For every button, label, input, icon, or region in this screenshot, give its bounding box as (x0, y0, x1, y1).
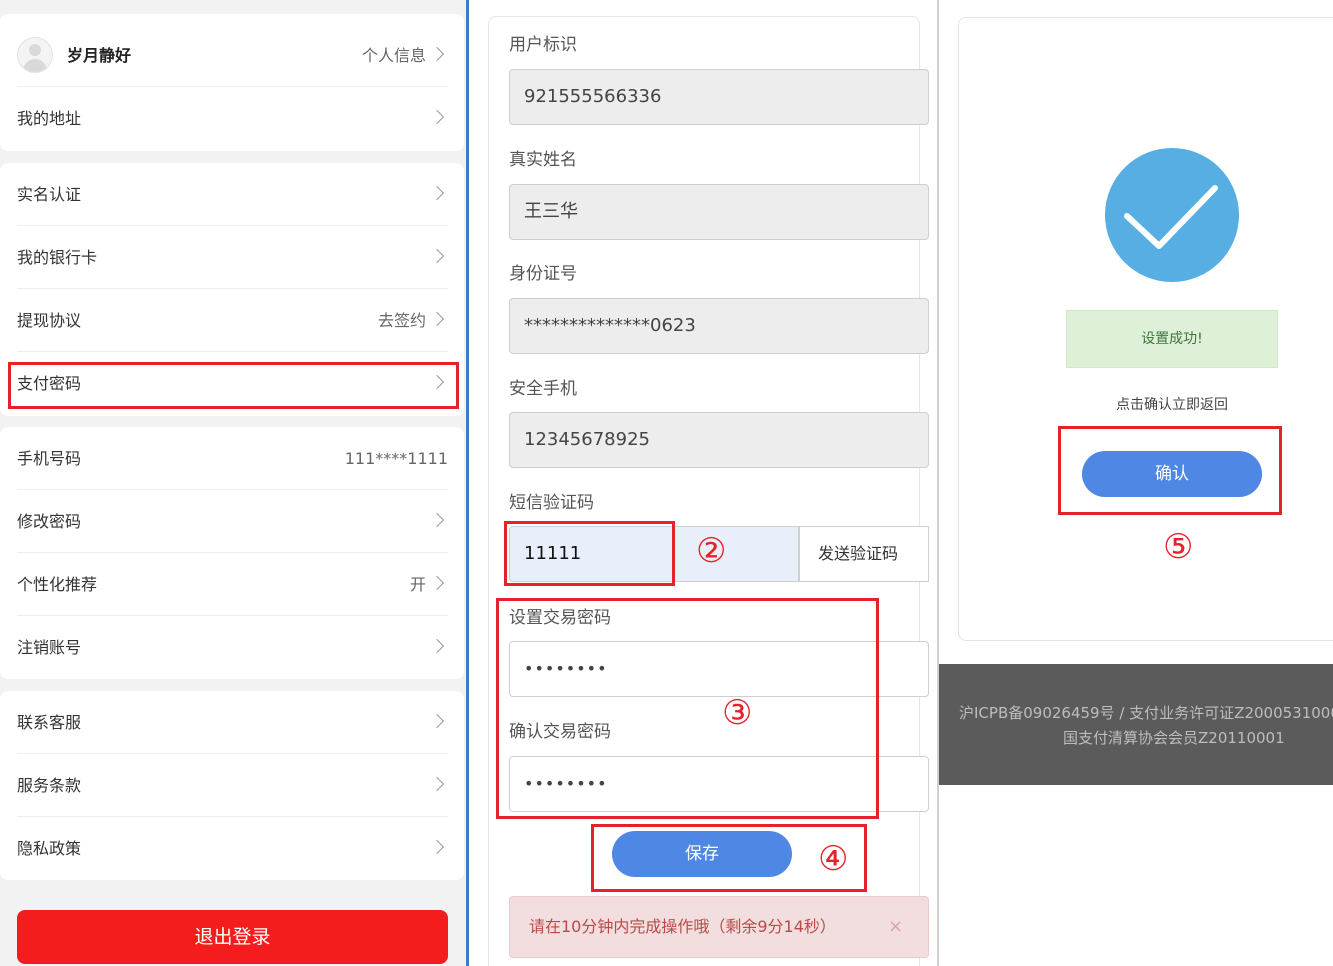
menu-item-change-password[interactable]: 修改密码 (17, 490, 448, 553)
chevron-right-icon (429, 713, 445, 729)
menu-item-customer-service[interactable]: 联系客服 (17, 691, 448, 754)
chevron-right-icon (429, 109, 445, 125)
chevron-right-icon (429, 512, 445, 528)
chevron-right-icon (429, 46, 445, 62)
highlight-pay-password (8, 362, 459, 409)
menu-item-value: 111****1111 (344, 449, 448, 468)
menu-item-value: 去签约 (377, 311, 426, 330)
account-card: 岁月静好 个人信息 我的地址 (0, 14, 464, 151)
sms-code-label: 短信验证码 (509, 493, 594, 513)
menu-item-withdraw-agreement[interactable]: 提现协议 去签约 (17, 289, 448, 352)
menu-item-label: 服务条款 (17, 776, 82, 795)
step-3-marker: ③ (722, 693, 753, 733)
username: 岁月静好 (67, 46, 132, 65)
support-card: 联系客服 服务条款 隐私政策 (0, 691, 464, 880)
send-code-button[interactable]: 发送验证码 (799, 526, 929, 582)
chevron-right-icon (429, 248, 445, 264)
menu-item-bank-card[interactable]: 我的银行卡 (17, 226, 448, 289)
success-check-icon (1105, 148, 1239, 282)
user-id-label: 用户标识 (509, 35, 577, 55)
id-number-label: 身份证号 (509, 264, 577, 284)
chevron-right-icon (429, 638, 445, 654)
chevron-right-icon (429, 311, 445, 327)
highlight-password-fields (496, 598, 879, 819)
real-name-field: 王三华 (509, 184, 929, 240)
profile-menu-panel: 岁月静好 个人信息 我的地址 实名认证 我的银行卡 提现协议 去签约 支付密码 (0, 0, 466, 966)
secure-phone-field: 12345678925 (509, 412, 929, 468)
close-icon[interactable]: × (888, 897, 903, 957)
menu-item-personalized[interactable]: 个性化推荐 开 (17, 553, 448, 616)
menu-item-phone[interactable]: 手机号码 111****1111 (17, 427, 448, 490)
timeout-alert: 请在10分钟内完成操作哦（剩余9分14秒） × (509, 896, 929, 958)
menu-item-real-name[interactable]: 实名认证 (17, 163, 448, 226)
chevron-right-icon (429, 185, 445, 201)
success-message: 设置成功! (1066, 310, 1278, 368)
highlight-sms-code (504, 521, 675, 586)
profile-link: 个人信息 (361, 46, 426, 65)
chevron-right-icon (429, 575, 445, 591)
menu-item-label: 手机号码 (17, 449, 82, 468)
success-panel: 设置成功! 点击确认立即返回 确认 ⑤ 沪ICPB备09026459号 / 支付… (939, 0, 1333, 966)
highlight-confirm-button (1058, 426, 1282, 515)
step-5-marker: ⑤ (1163, 527, 1194, 567)
menu-item-value: 开 (409, 575, 426, 594)
menu-item-label: 我的银行卡 (17, 248, 98, 267)
menu-item-terms[interactable]: 服务条款 (17, 754, 448, 817)
menu-item-label: 个性化推荐 (17, 575, 98, 594)
id-number-field: **************0623 (509, 298, 929, 354)
settings-card: 手机号码 111****1111 修改密码 个性化推荐 开 注销账号 (0, 427, 464, 679)
chevron-right-icon (429, 839, 445, 855)
step-4-marker: ④ (818, 839, 849, 879)
profile-row[interactable]: 岁月静好 个人信息 (17, 24, 448, 87)
alert-text: 请在10分钟内完成操作哦（剩余9分14秒） (529, 917, 836, 936)
menu-item-cancel-account[interactable]: 注销账号 (17, 616, 448, 679)
avatar (17, 37, 53, 73)
return-hint: 点击确认立即返回 (1116, 397, 1228, 413)
step-2-marker: ② (696, 531, 727, 571)
menu-item-label: 实名认证 (17, 185, 82, 204)
menu-item-privacy[interactable]: 隐私政策 (17, 817, 448, 880)
menu-item-address[interactable]: 我的地址 (17, 87, 448, 150)
pay-password-form-panel: 用户标识 921555566336 真实姓名 王三华 身份证号 ********… (469, 0, 937, 966)
real-name-label: 真实姓名 (509, 150, 577, 170)
menu-item-label: 联系客服 (17, 713, 82, 732)
user-id-field: 921555566336 (509, 69, 929, 125)
menu-item-label: 我的地址 (17, 109, 82, 128)
logout-button[interactable]: 退出登录 (17, 910, 448, 964)
site-footer: 沪ICPB备09026459号 / 支付业务许可证Z2000531000 国支付… (939, 664, 1333, 785)
menu-item-label: 提现协议 (17, 311, 82, 330)
menu-item-label: 修改密码 (17, 512, 82, 531)
menu-item-label: 注销账号 (17, 638, 82, 657)
footer-license: 沪ICPB备09026459号 / 支付业务许可证Z2000531000 (959, 704, 1333, 722)
menu-item-label: 隐私政策 (17, 839, 82, 858)
secure-phone-label: 安全手机 (509, 379, 577, 399)
chevron-right-icon (429, 776, 445, 792)
footer-membership: 国支付清算协会会员Z20110001 (1063, 729, 1285, 747)
